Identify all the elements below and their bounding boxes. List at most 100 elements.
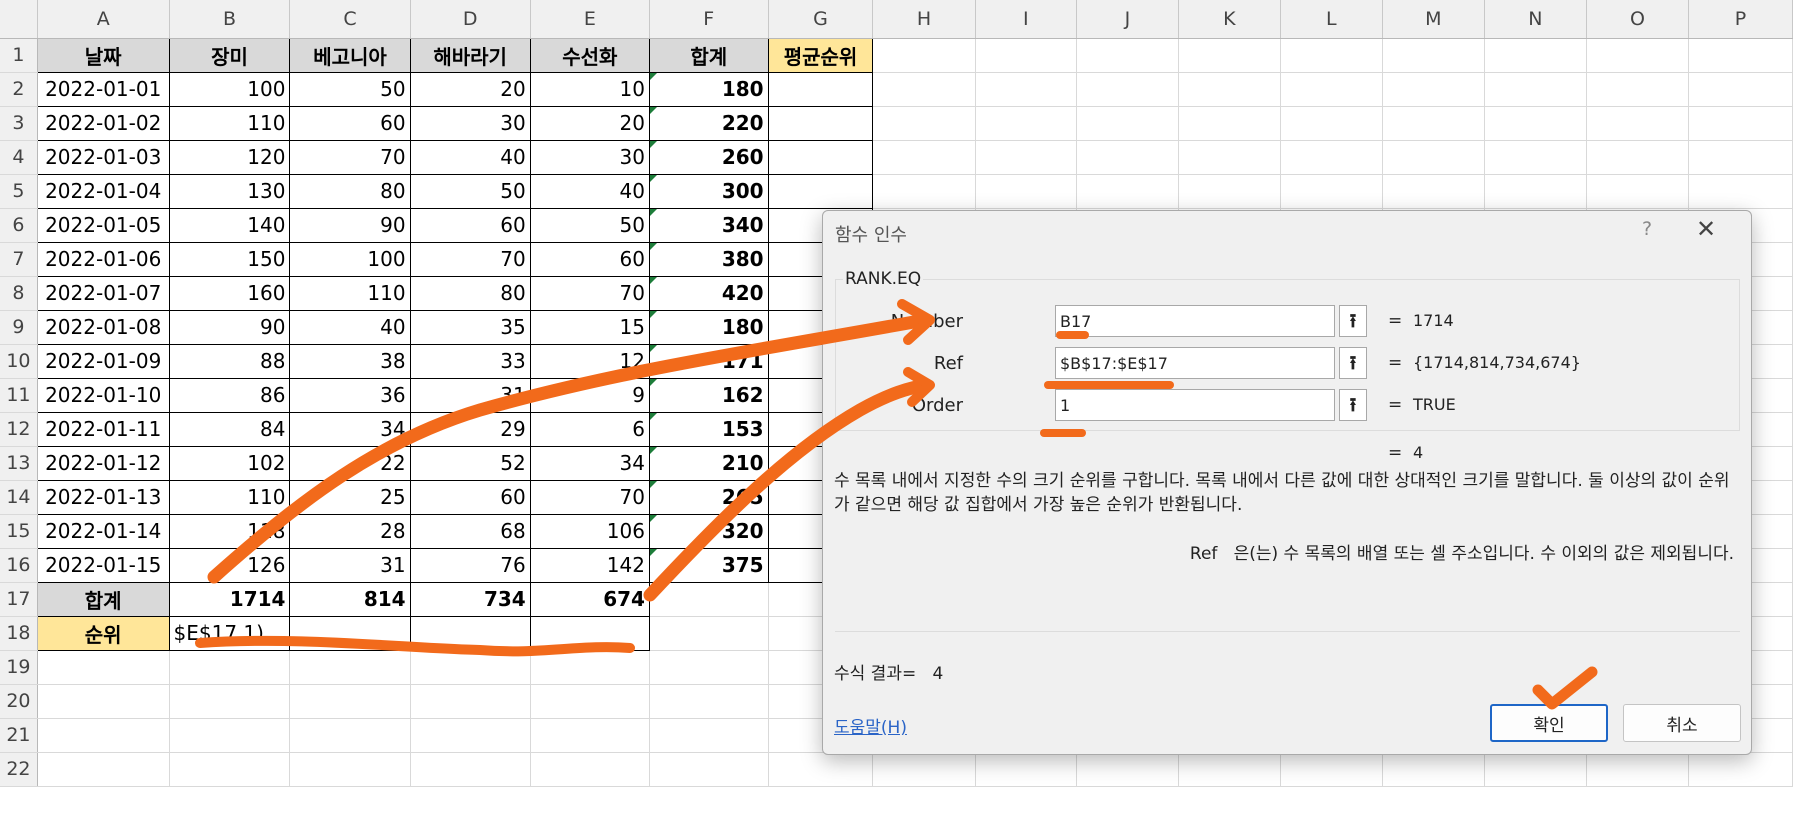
value-cell[interactable]: 102 xyxy=(168,445,291,481)
cell[interactable] xyxy=(1280,140,1383,175)
close-icon[interactable]: ✕ xyxy=(1696,217,1716,241)
date-cell[interactable]: 2022-01-06 xyxy=(36,241,170,277)
date-cell[interactable]: 2022-01-08 xyxy=(36,309,170,345)
cell[interactable] xyxy=(872,174,976,209)
total-cell[interactable]: 734 xyxy=(409,581,531,617)
date-cell[interactable]: 2022-01-11 xyxy=(36,411,170,447)
value-cell[interactable]: 50 xyxy=(289,71,411,107)
total-cell[interactable]: 814 xyxy=(289,581,411,617)
cell[interactable] xyxy=(1688,38,1793,73)
cell[interactable] xyxy=(1484,752,1587,787)
date-cell[interactable]: 2022-01-14 xyxy=(36,513,170,549)
cell[interactable] xyxy=(1178,174,1281,209)
value-cell[interactable]: 34 xyxy=(529,445,650,481)
value-cell[interactable]: 70 xyxy=(289,139,411,175)
value-cell[interactable]: 126 xyxy=(168,547,291,583)
value-cell[interactable]: 142 xyxy=(529,547,650,583)
help-link[interactable]: 도움말(H) xyxy=(834,713,907,738)
row-header[interactable]: 12 xyxy=(0,412,38,447)
sum-cell[interactable]: 260 xyxy=(648,139,769,175)
number-input[interactable] xyxy=(1055,305,1335,337)
cell[interactable] xyxy=(169,650,291,685)
table-header-cell[interactable]: 베고니아 xyxy=(289,37,411,73)
cell[interactable] xyxy=(1178,72,1281,107)
row-header[interactable]: 2 xyxy=(0,72,38,107)
rank-cell[interactable] xyxy=(767,173,874,209)
cell[interactable] xyxy=(530,752,650,787)
cell[interactable] xyxy=(1688,106,1793,141)
value-cell[interactable]: 38 xyxy=(289,343,411,379)
cell[interactable] xyxy=(1178,38,1281,73)
cell[interactable] xyxy=(872,72,976,107)
value-cell[interactable]: 86 xyxy=(168,377,291,413)
value-cell[interactable]: 28 xyxy=(289,513,411,549)
row-header[interactable]: 22 xyxy=(0,752,38,787)
table-header-cell[interactable]: 평균순위 xyxy=(767,37,874,73)
cell[interactable] xyxy=(289,752,411,787)
value-cell[interactable]: 150 xyxy=(168,241,291,277)
cell[interactable] xyxy=(1178,752,1281,787)
cell[interactable] xyxy=(1382,38,1485,73)
row-header[interactable]: 18 xyxy=(0,616,38,651)
value-cell[interactable]: 140 xyxy=(168,207,291,243)
cell[interactable] xyxy=(975,140,1078,175)
rank-formula-cell[interactable]: $E$17,1) xyxy=(168,615,291,651)
ok-button[interactable]: 확인 xyxy=(1490,704,1608,742)
column-header[interactable]: H xyxy=(872,0,976,39)
value-cell[interactable]: 90 xyxy=(168,309,291,345)
value-cell[interactable]: 31 xyxy=(409,377,531,413)
value-cell[interactable]: 100 xyxy=(168,71,291,107)
value-cell[interactable]: 40 xyxy=(529,173,650,209)
rank-cell[interactable] xyxy=(767,105,874,141)
cell[interactable] xyxy=(649,684,769,719)
value-cell[interactable]: 60 xyxy=(409,207,531,243)
sum-cell[interactable]: 153 xyxy=(648,411,769,447)
sum-cell[interactable]: 375 xyxy=(648,547,769,583)
cell[interactable] xyxy=(37,718,170,753)
date-cell[interactable]: 2022-01-02 xyxy=(36,105,170,141)
column-header[interactable]: N xyxy=(1484,0,1587,39)
row-header[interactable]: 6 xyxy=(0,208,38,243)
column-header[interactable]: D xyxy=(410,0,531,39)
total-cell[interactable]: 1714 xyxy=(168,581,291,617)
sum-cell[interactable]: 180 xyxy=(648,309,769,345)
date-cell[interactable]: 2022-01-15 xyxy=(36,547,170,583)
row-header[interactable]: 14 xyxy=(0,480,38,515)
table-header-cell[interactable]: 수선화 xyxy=(529,37,650,73)
value-cell[interactable]: 106 xyxy=(529,513,650,549)
date-cell[interactable]: 2022-01-05 xyxy=(36,207,170,243)
value-cell[interactable]: 50 xyxy=(409,173,531,209)
cell[interactable] xyxy=(1484,106,1587,141)
row-header[interactable]: 21 xyxy=(0,718,38,753)
column-header[interactable]: B xyxy=(169,0,291,39)
cell[interactable] xyxy=(1586,38,1690,73)
value-cell[interactable]: 52 xyxy=(409,445,531,481)
cell[interactable] xyxy=(975,106,1078,141)
cell[interactable] xyxy=(169,684,291,719)
cell[interactable] xyxy=(1076,752,1179,787)
sum-cell[interactable]: 265 xyxy=(648,479,769,515)
value-cell[interactable]: 70 xyxy=(529,479,650,515)
column-header[interactable]: P xyxy=(1688,0,1793,39)
cell[interactable] xyxy=(530,650,650,685)
cell[interactable] xyxy=(872,140,976,175)
rank-label-cell[interactable]: 순위 xyxy=(36,615,170,651)
cell[interactable] xyxy=(649,616,769,651)
sum-cell[interactable]: 162 xyxy=(648,377,769,413)
row-header[interactable]: 11 xyxy=(0,378,38,413)
value-cell[interactable]: 20 xyxy=(409,71,531,107)
value-cell[interactable]: 30 xyxy=(409,105,531,141)
row-header[interactable]: 3 xyxy=(0,106,38,141)
rank-value-cell[interactable] xyxy=(529,615,650,651)
value-cell[interactable]: 160 xyxy=(168,275,291,311)
cell[interactable] xyxy=(1688,752,1793,787)
row-header[interactable]: 7 xyxy=(0,242,38,277)
cell[interactable] xyxy=(1484,174,1587,209)
row-header[interactable]: 16 xyxy=(0,548,38,583)
value-cell[interactable]: 20 xyxy=(529,105,650,141)
sum-cell[interactable]: 340 xyxy=(648,207,769,243)
cell[interactable] xyxy=(1280,174,1383,209)
cell[interactable] xyxy=(872,752,976,787)
cell[interactable] xyxy=(289,684,411,719)
value-cell[interactable]: 88 xyxy=(168,343,291,379)
